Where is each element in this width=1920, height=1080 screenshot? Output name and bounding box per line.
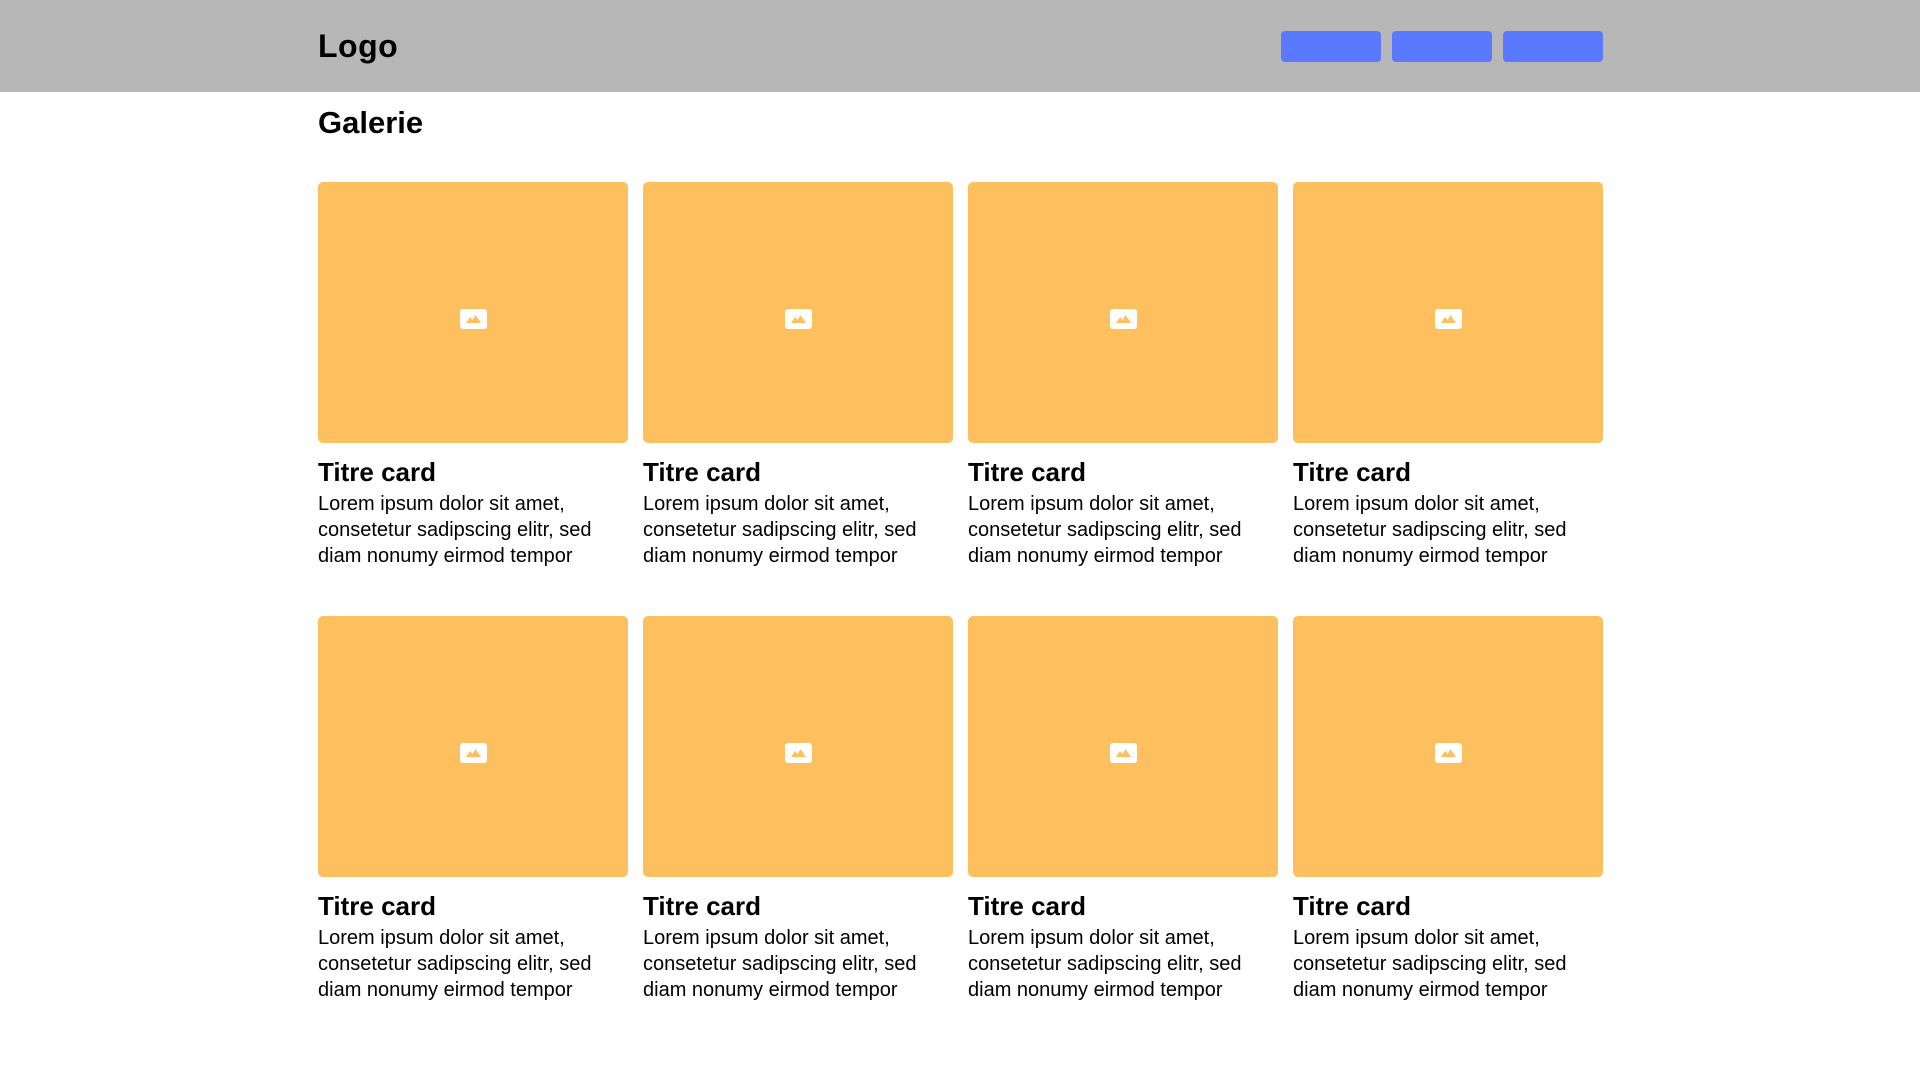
image-icon: [459, 742, 487, 763]
card-image-placeholder: [643, 182, 953, 443]
card-description: Lorem ipsum dolor sit amet, consetetur s…: [968, 927, 1242, 1001]
nav-button-1[interactable]: [1281, 31, 1381, 62]
card-image-placeholder: [318, 182, 628, 443]
card-description: Lorem ipsum dolor sit amet, consetetur s…: [1293, 927, 1567, 1001]
card-image-placeholder: [643, 616, 953, 877]
card-title: Titre card: [318, 457, 437, 487]
nav-bar: [1281, 31, 1603, 62]
card-title: Titre card: [1293, 457, 1412, 487]
card-title: Titre card: [318, 891, 437, 921]
card-title: Titre card: [643, 891, 762, 921]
image-icon: [1434, 308, 1462, 329]
card-title: Titre card: [643, 457, 762, 487]
card-description: Lorem ipsum dolor sit amet, consetetur s…: [318, 927, 592, 1001]
card-description: Lorem ipsum dolor sit amet, consetetur s…: [968, 493, 1242, 567]
image-icon: [1109, 308, 1137, 329]
gallery-card[interactable]: Titre card Lorem ipsum dolor sit amet, co…: [968, 616, 1278, 1003]
card-image-placeholder: [318, 616, 628, 877]
gallery-card[interactable]: Titre card Lorem ipsum dolor sit amet, co…: [1293, 182, 1603, 569]
card-grid: Titre card Lorem ipsum dolor sit amet, co…: [318, 182, 1604, 1003]
gallery-card[interactable]: Titre card Lorem ipsum dolor sit amet, co…: [318, 616, 628, 1003]
card-description: Lorem ipsum dolor sit amet, consetetur s…: [318, 493, 592, 567]
image-icon: [784, 742, 812, 763]
gallery-card[interactable]: Titre card Lorem ipsum dolor sit amet, co…: [643, 616, 953, 1003]
image-icon: [1109, 742, 1137, 763]
nav-button-2[interactable]: [1392, 31, 1492, 62]
card-description: Lorem ipsum dolor sit amet, consetetur s…: [643, 493, 917, 567]
image-icon: [784, 308, 812, 329]
gallery-card[interactable]: Titre card Lorem ipsum dolor sit amet, co…: [643, 182, 953, 569]
card-description: Lorem ipsum dolor sit amet, consetetur s…: [1293, 493, 1567, 567]
card-title: Titre card: [968, 457, 1087, 487]
gallery-card[interactable]: Titre card Lorem ipsum dolor sit amet, co…: [318, 182, 628, 569]
logo[interactable]: Logo: [318, 24, 398, 68]
gallery-card[interactable]: Titre card Lorem ipsum dolor sit amet, co…: [968, 182, 1278, 569]
gallery-card[interactable]: Titre card Lorem ipsum dolor sit amet, co…: [1293, 616, 1603, 1003]
card-image-placeholder: [968, 616, 1278, 877]
card-image-placeholder: [1293, 182, 1603, 443]
page-title: Galerie: [318, 105, 424, 140]
nav-button-3[interactable]: [1503, 31, 1603, 62]
card-title: Titre card: [968, 891, 1087, 921]
card-image-placeholder: [1293, 616, 1603, 877]
image-icon: [459, 308, 487, 329]
image-icon: [1434, 742, 1462, 763]
card-title: Titre card: [1293, 891, 1412, 921]
header: Logo: [0, 0, 1920, 92]
card-description: Lorem ipsum dolor sit amet, consetetur s…: [643, 927, 917, 1001]
card-image-placeholder: [968, 182, 1278, 443]
